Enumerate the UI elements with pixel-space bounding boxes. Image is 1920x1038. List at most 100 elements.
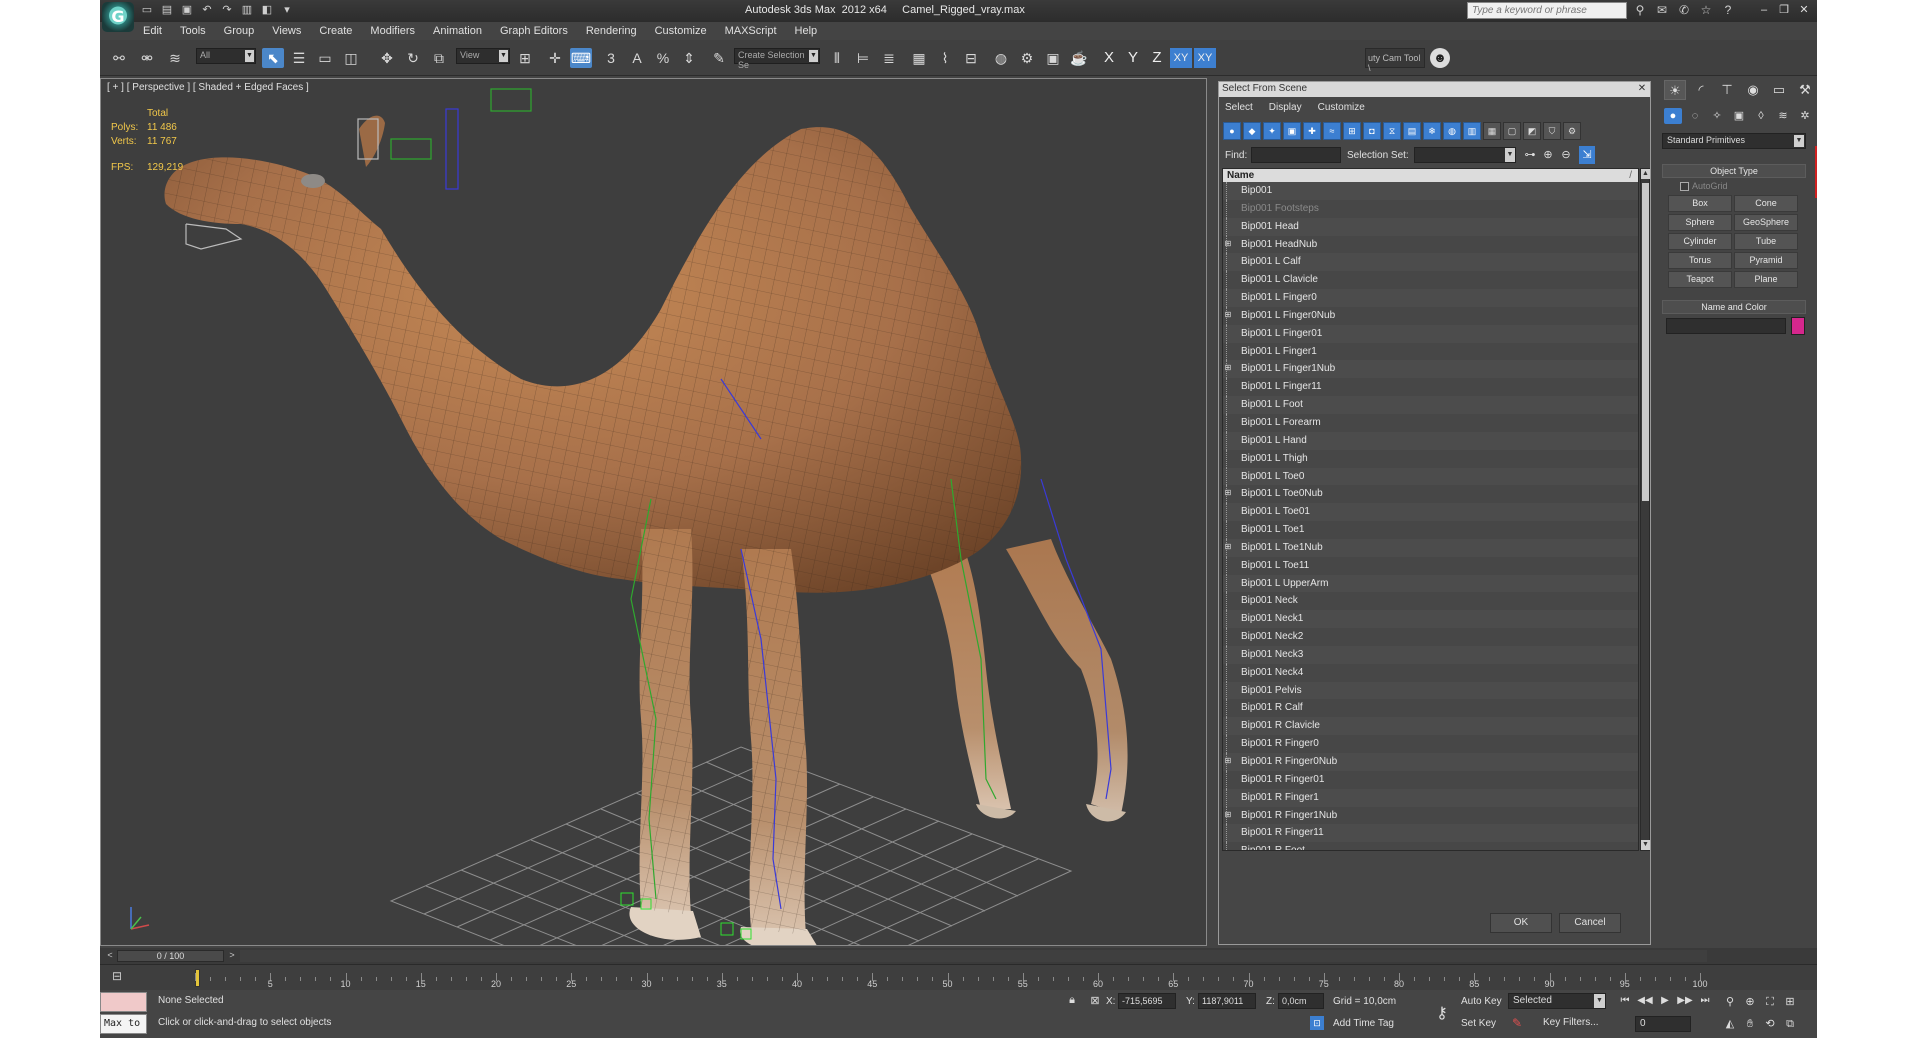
binoculars-icon[interactable]: ⚲	[1633, 3, 1647, 17]
menu-maxscript[interactable]: MAXScript	[716, 22, 786, 40]
axis-z-button[interactable]: Z	[1146, 48, 1168, 68]
dialog-close-icon[interactable]: ✕	[1636, 83, 1648, 95]
list-item[interactable]: Bip001	[1223, 182, 1638, 200]
selection-set-dropdown[interactable]	[1414, 147, 1516, 163]
subscription-icon[interactable]: ✉	[1655, 3, 1669, 17]
set-key-button[interactable]: Set Key	[1461, 1016, 1505, 1032]
go-to-start-icon[interactable]: ⏮	[1617, 994, 1633, 1008]
list-item[interactable]: Bip001 L Hand	[1223, 431, 1638, 450]
key-selection-dropdown[interactable]: Selected	[1508, 993, 1606, 1009]
menu-modifiers[interactable]: Modifiers	[361, 22, 424, 40]
cancel-button[interactable]: Cancel	[1559, 913, 1621, 933]
auto-key-button[interactable]: Auto Key	[1461, 994, 1505, 1010]
keyboard-shortcut-override-icon[interactable]: ⌨	[570, 48, 592, 68]
list-item[interactable]: Bip001 L Finger1	[1223, 342, 1638, 361]
list-item[interactable]: Bip001 Neck	[1223, 592, 1638, 611]
object-type-rollout[interactable]: Object Type	[1662, 164, 1806, 178]
list-item[interactable]: Bip001 L Calf	[1223, 253, 1638, 272]
list-item[interactable]: Bip001 R Foot	[1223, 842, 1638, 850]
list-item[interactable]: ⊞ Bip001 L Finger1Nub	[1223, 360, 1638, 379]
filter-xrefs-icon[interactable]: ◘	[1363, 122, 1381, 140]
filter-hidden-icon[interactable]: ◍	[1443, 122, 1461, 140]
filter-containers-icon[interactable]: ▤	[1403, 122, 1421, 140]
list-item[interactable]: ⊞ Bip001 L Toe0Nub	[1223, 485, 1638, 504]
filter-options-icon[interactable]: ⚙	[1563, 122, 1581, 140]
expand-node-icon[interactable]: ⊞	[1223, 488, 1233, 498]
rotate-icon[interactable]: ↻	[402, 48, 424, 68]
list-item[interactable]: Bip001 L Toe11	[1223, 556, 1638, 575]
list-item[interactable]: Bip001 L Toe01	[1223, 503, 1638, 522]
maxscript-mini-listener[interactable]: Max to	[100, 1014, 147, 1034]
redo-icon[interactable]: ↷	[220, 3, 234, 17]
expand-icon[interactable]: ⊕	[1540, 146, 1556, 164]
restore-icon[interactable]: ❐	[1777, 3, 1791, 17]
angle-snap-icon[interactable]: A	[626, 48, 648, 68]
list-item[interactable]: Bip001 L Clavicle	[1223, 271, 1638, 290]
list-item[interactable]: Bip001 L Finger01	[1223, 324, 1638, 343]
display-tab-icon[interactable]: ▭	[1768, 80, 1790, 100]
hierarchy-icon[interactable]: ⊶	[1522, 146, 1538, 164]
expand-node-icon[interactable]: ⊞	[1223, 756, 1233, 766]
scroll-thumb[interactable]	[1642, 183, 1649, 501]
search-input[interactable]: Type a keyword or phrase	[1467, 2, 1627, 19]
filter-shapes-icon[interactable]: ◆	[1243, 122, 1261, 140]
move-icon[interactable]: ✥	[376, 48, 398, 68]
minimize-icon[interactable]: –	[1757, 3, 1771, 17]
schematic-view-icon[interactable]: ⊟	[960, 48, 982, 68]
expand-node-icon[interactable]: ⊞	[1223, 363, 1233, 373]
dialog-menu-select[interactable]: Select	[1225, 102, 1253, 113]
list-item[interactable]: Bip001 L Forearm	[1223, 413, 1638, 432]
list-item[interactable]: ⊞ Bip001 L Finger0Nub	[1223, 306, 1638, 325]
list-item[interactable]: Bip001 R Clavicle	[1223, 717, 1638, 736]
name-and-color-rollout[interactable]: Name and Color	[1662, 300, 1806, 314]
primitive-type-dropdown[interactable]: Standard Primitives	[1662, 133, 1806, 149]
zoom-extents-icon[interactable]: ⛶	[1762, 994, 1778, 1010]
previous-frame-icon[interactable]: <	[103, 950, 117, 962]
previous-key-icon[interactable]: ◀◀	[1637, 994, 1653, 1008]
teapot-button[interactable]: Teapot	[1668, 271, 1732, 288]
filter-funnel-icon[interactable]: ⛉	[1543, 122, 1561, 140]
menu-animation[interactable]: Animation	[424, 22, 491, 40]
helpers-category-icon[interactable]: ◊	[1752, 108, 1770, 124]
render-production-icon[interactable]: ☕	[1068, 48, 1090, 68]
axis-x-button[interactable]: X	[1098, 48, 1120, 68]
open-file-icon[interactable]: ▤	[160, 3, 174, 17]
reference-coordinate-dropdown[interactable]: View	[456, 48, 510, 64]
new-file-icon[interactable]: ▭	[140, 3, 154, 17]
current-frame-field[interactable]: 0	[1635, 1016, 1691, 1032]
list-item[interactable]: Bip001 L Foot	[1223, 396, 1638, 414]
key-icon[interactable]: ⚷	[1430, 1003, 1454, 1022]
go-to-end-icon[interactable]: ⏭	[1697, 994, 1713, 1008]
axis-xy-plane-button[interactable]: XY	[1194, 48, 1216, 68]
list-item[interactable]: Bip001 L Toe0	[1223, 467, 1638, 486]
dialog-menu-display[interactable]: Display	[1269, 102, 1302, 113]
select-manipulate-icon[interactable]: ✛	[544, 48, 566, 68]
shapes-category-icon[interactable]: ◌	[1686, 108, 1704, 124]
filter-geometry-icon[interactable]: ●	[1223, 122, 1241, 140]
menu-help[interactable]: Help	[786, 22, 827, 40]
z-coord-field[interactable]: 0,0cm	[1278, 993, 1324, 1009]
motion-tab-icon[interactable]: ◉	[1742, 80, 1764, 100]
list-item[interactable]: ⊞ Bip001 R Finger0Nub	[1223, 753, 1638, 771]
edit-named-selection-icon[interactable]: ✎	[708, 48, 730, 68]
select-all-icon[interactable]: ▦	[1483, 122, 1501, 140]
pan-icon[interactable]: ✋︎	[1742, 1016, 1758, 1032]
list-item[interactable]: Bip001 Neck3	[1223, 645, 1638, 664]
cameras-category-icon[interactable]: ▣	[1730, 108, 1748, 124]
expand-node-icon[interactable]: ⊞	[1223, 310, 1233, 320]
window-crossing-icon[interactable]: ◫	[340, 48, 362, 68]
application-button[interactable]: G	[102, 2, 134, 32]
time-slider-thumb[interactable]: 0 / 100	[117, 950, 224, 962]
play-icon[interactable]: ▶	[1657, 994, 1673, 1008]
collapse-icon[interactable]: ⊖	[1558, 146, 1574, 164]
camera-tool-field[interactable]: uty Cam Tool \	[1365, 48, 1425, 73]
filter-cameras-icon[interactable]: ▣	[1283, 122, 1301, 140]
select-by-name-icon[interactable]: ☰	[288, 48, 310, 68]
align-icon[interactable]: ⊨	[852, 48, 874, 68]
unlink-icon[interactable]: ⚮	[136, 48, 158, 68]
ok-button[interactable]: OK	[1490, 913, 1552, 933]
viewport-label[interactable]: [ + ] [ Perspective ] [ Shaded + Edged F…	[107, 82, 309, 93]
hierarchy-tab-icon[interactable]: ⊤	[1716, 80, 1738, 100]
zoom-extents-all-icon[interactable]: ⊞	[1782, 994, 1798, 1010]
menu-group[interactable]: Group	[215, 22, 264, 40]
